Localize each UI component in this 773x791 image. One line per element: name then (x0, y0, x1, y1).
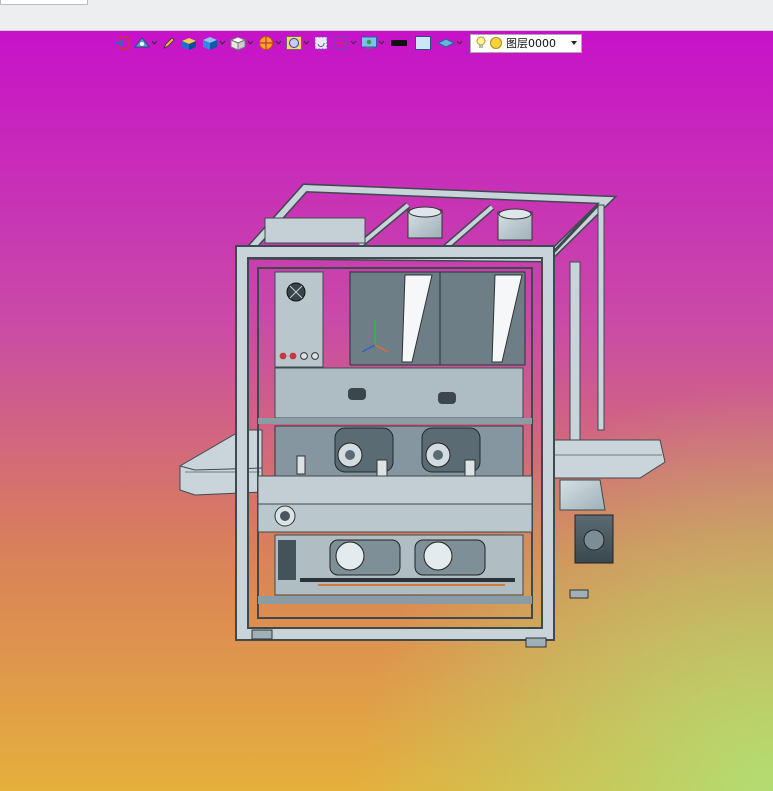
front-frame (235, 245, 555, 641)
machine-model[interactable] (0, 0, 773, 791)
left-conveyor (179, 429, 263, 496)
side-posts (546, 203, 605, 441)
right-conveyor (544, 439, 666, 599)
